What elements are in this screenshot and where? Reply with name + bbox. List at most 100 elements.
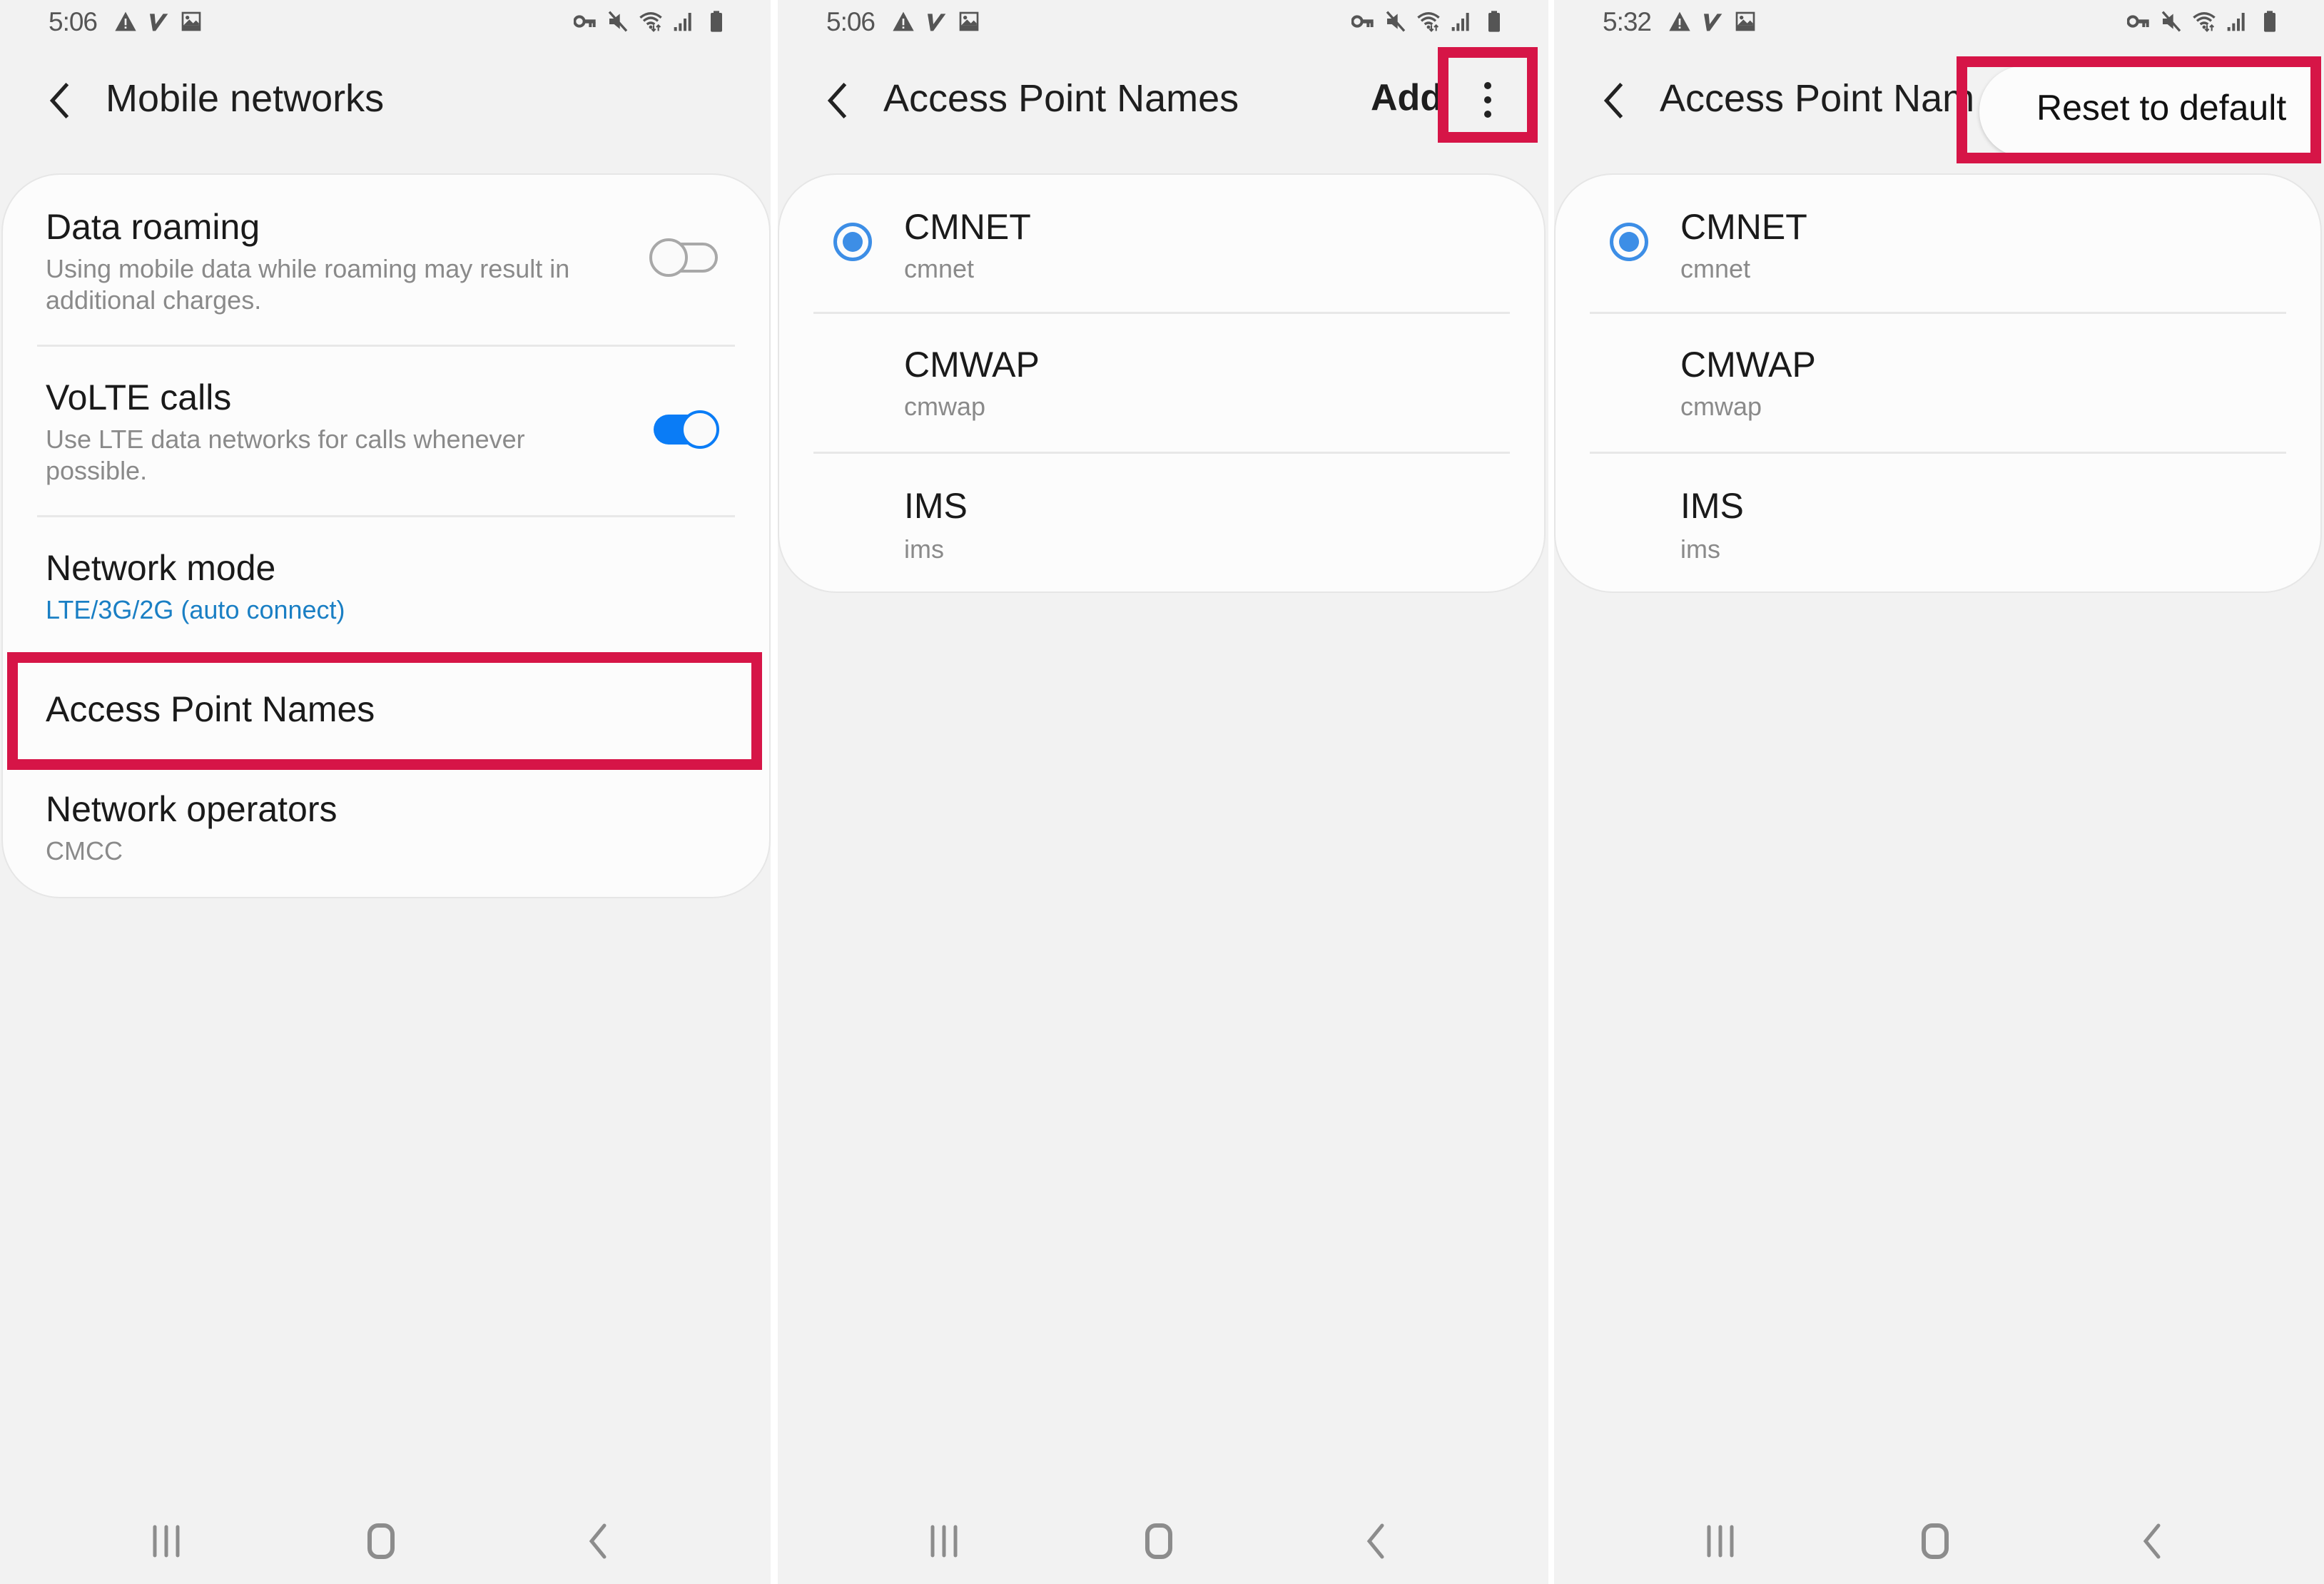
nav-back-button[interactable]	[2123, 1513, 2180, 1570]
nav-back-button[interactable]	[569, 1513, 626, 1570]
setting-title: Data roaming	[46, 207, 260, 247]
home-button[interactable]	[1130, 1513, 1187, 1570]
setting-network-mode[interactable]: Network mode LTE/3G/2G (auto connect)	[3, 517, 769, 653]
setting-title: Network mode	[46, 548, 276, 588]
wifi-icon	[1417, 10, 1440, 33]
vpn-key-icon	[1351, 10, 1374, 33]
back-icon	[589, 1523, 607, 1559]
recents-button[interactable]	[1692, 1513, 1749, 1570]
apn-value: cmwap	[1680, 392, 1762, 421]
vpn-key-icon	[2127, 10, 2150, 33]
alert-icon	[1668, 10, 1691, 33]
chevron-left-icon	[49, 82, 69, 119]
back-button[interactable]	[43, 81, 78, 121]
data-roaming-toggle[interactable]	[649, 238, 719, 277]
volte-toggle[interactable]	[649, 410, 719, 449]
nav-back-button[interactable]	[1346, 1513, 1404, 1570]
setting-value: LTE/3G/2G (auto connect)	[46, 595, 345, 624]
setting-subtitle: Use LTE data networks for calls whenever…	[46, 425, 525, 485]
back-button[interactable]	[821, 81, 856, 121]
status-time: 5:06	[49, 7, 98, 36]
home-icon	[1145, 1523, 1172, 1559]
apn-item-ims[interactable]: IMS ims	[1556, 454, 2320, 592]
mute-icon	[607, 10, 629, 33]
back-icon	[1366, 1523, 1384, 1559]
image-icon	[958, 10, 980, 33]
recents-icon	[1707, 1525, 1734, 1558]
screen-mobile-networks: 5:06 Mobile networks Data roaming Using …	[0, 0, 771, 1584]
signal-icon	[1450, 10, 1473, 33]
setting-network-operators[interactable]: Network operators CMCC	[3, 767, 769, 897]
menu-item-reset-to-default[interactable]: Reset to default	[1979, 66, 2313, 157]
recents-button[interactable]	[138, 1513, 195, 1570]
apn-item-cmwap[interactable]: CMWAP cmwap	[779, 314, 1544, 452]
apn-value: cmnet	[904, 254, 975, 283]
signal-icon	[2226, 10, 2248, 33]
apn-value: ims	[904, 534, 944, 564]
mute-icon	[2160, 10, 2183, 33]
screen-access-point-names-menu: 5:32 Access Point Nam Reset to default C…	[1554, 0, 2324, 1584]
setting-title: Network operators	[46, 789, 338, 829]
image-icon	[1734, 10, 1757, 33]
alert-icon	[892, 10, 915, 33]
setting-value: CMCC	[46, 836, 123, 865]
more-vert-icon	[1484, 82, 1491, 89]
status-bar: 5:06	[778, 0, 1548, 50]
apn-value: ims	[1680, 534, 1720, 564]
apn-list: CMNET cmnet CMWAP cmwap IMS ims	[1556, 175, 2320, 592]
setting-title: Access Point Names	[46, 689, 375, 729]
apn-radio-selected[interactable]	[1610, 223, 1648, 261]
setting-access-point-names[interactable]: Access Point Names	[3, 653, 769, 767]
apn-item-cmnet[interactable]: CMNET cmnet	[779, 175, 1544, 313]
battery-icon	[705, 10, 728, 33]
status-bar: 5:32	[1554, 0, 2324, 50]
status-time: 5:32	[1603, 7, 1652, 36]
home-icon	[1922, 1523, 1949, 1559]
home-button[interactable]	[1907, 1513, 1964, 1570]
apn-item-cmwap[interactable]: CMWAP cmwap	[1556, 314, 2320, 452]
back-button[interactable]	[1597, 81, 1633, 121]
alert-icon	[114, 10, 137, 33]
apn-value: cmnet	[1680, 254, 1751, 283]
apn-name: IMS	[904, 486, 968, 526]
status-time: 5:06	[826, 7, 876, 36]
recents-icon	[930, 1525, 958, 1558]
v-app-icon	[1701, 10, 1724, 33]
home-button[interactable]	[352, 1513, 410, 1570]
chevron-left-icon	[827, 82, 847, 119]
page-title: Access Point Names	[883, 77, 1239, 120]
status-bar: 5:06	[0, 0, 771, 50]
battery-icon	[2258, 10, 2281, 33]
add-button[interactable]: Add	[1371, 76, 1443, 119]
setting-data-roaming[interactable]: Data roaming Using mobile data while roa…	[3, 175, 769, 345]
signal-icon	[672, 10, 695, 33]
apn-name: CMWAP	[1680, 345, 1816, 385]
apn-name: CMNET	[1680, 207, 1807, 247]
setting-subtitle: Using mobile data while roaming may resu…	[46, 254, 570, 315]
screen-access-point-names: 5:06 Access Point Names Add CMNET cmnet …	[778, 0, 1548, 1584]
apn-list: CMNET cmnet CMWAP cmwap IMS ims	[779, 175, 1544, 592]
chevron-left-icon	[1603, 82, 1623, 119]
menu-item-label: Reset to default	[2036, 88, 2287, 128]
more-options-button[interactable]	[1470, 71, 1506, 128]
home-icon	[367, 1523, 395, 1559]
app-bar: Access Point Names Add	[778, 61, 1548, 139]
nav-bar	[778, 1513, 1548, 1570]
mute-icon	[1384, 10, 1407, 33]
nav-bar	[0, 1513, 771, 1570]
nav-bar	[1554, 1513, 2324, 1570]
wifi-icon	[2193, 10, 2216, 33]
settings-card: Data roaming Using mobile data while roa…	[3, 175, 769, 897]
back-icon	[2143, 1523, 2161, 1559]
wifi-icon	[639, 10, 662, 33]
v-app-icon	[147, 10, 170, 33]
apn-item-ims[interactable]: IMS ims	[779, 454, 1544, 592]
image-icon	[180, 10, 203, 33]
battery-icon	[1483, 10, 1506, 33]
recents-icon	[153, 1525, 180, 1558]
apn-value: cmwap	[904, 392, 986, 421]
apn-item-cmnet[interactable]: CMNET cmnet	[1556, 175, 2320, 313]
apn-radio-selected[interactable]	[833, 223, 872, 261]
setting-volte-calls[interactable]: VoLTE calls Use LTE data networks for ca…	[3, 347, 769, 516]
recents-button[interactable]	[915, 1513, 973, 1570]
